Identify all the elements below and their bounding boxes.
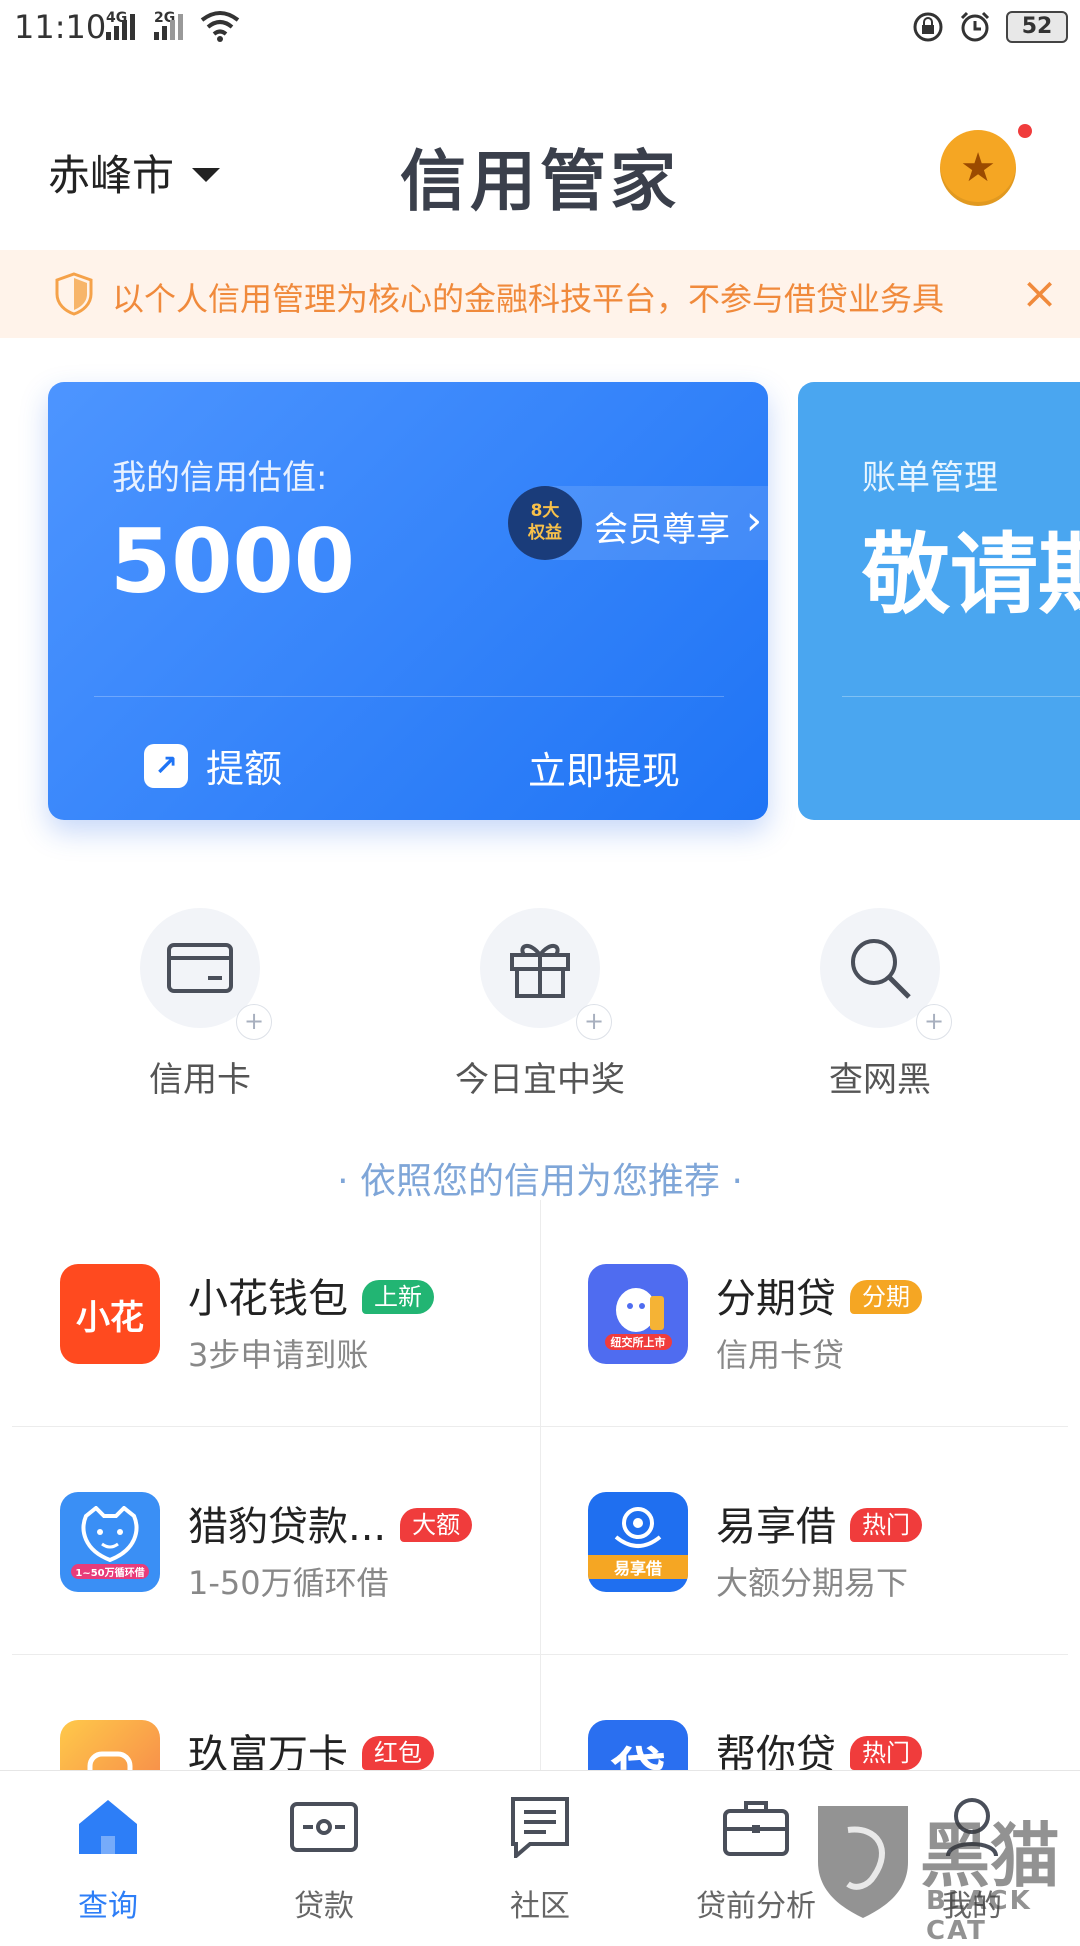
alarm-icon bbox=[960, 11, 990, 42]
product-tag: 热门 bbox=[850, 1508, 922, 1542]
member-avatar-button[interactable]: ★ bbox=[940, 124, 1032, 206]
gift-icon bbox=[510, 944, 570, 998]
product-subtitle: 大额分期易下 bbox=[716, 1564, 909, 1602]
product-name: 分期贷 bbox=[716, 1276, 836, 1322]
product-subtitle: 1-50万循环借 bbox=[188, 1564, 389, 1602]
target-icon bbox=[614, 1507, 662, 1548]
status-right: 52 bbox=[912, 10, 1068, 44]
shortcut-blacklist-check[interactable]: + 查网黑 bbox=[760, 908, 1000, 1101]
product-item[interactable]: 易享借 易享借 热门 大额分期易下 bbox=[540, 1428, 1060, 1654]
shortcut-label: 查网黑 bbox=[829, 1060, 931, 1100]
product-name: 玖富万卡 bbox=[188, 1732, 348, 1770]
watermark-en: BLACK CAT bbox=[926, 1886, 1032, 1946]
plus-icon: + bbox=[236, 1004, 272, 1040]
bill-label: 账单管理 bbox=[862, 458, 998, 498]
product-name: 猎豹贷款... bbox=[188, 1504, 387, 1550]
product-item[interactable]: 1~50万循环借 猎豹贷款... 大额 1-50万循环借 bbox=[12, 1428, 532, 1654]
member-badge: 8大 权益 bbox=[508, 486, 582, 560]
blackcat-watermark: 黑猫 BLACK CAT bbox=[808, 1800, 1080, 1946]
chevron-right-icon: › bbox=[746, 498, 762, 544]
battery-indicator: 52 bbox=[1006, 11, 1068, 43]
briefcase-icon bbox=[723, 1801, 789, 1856]
product-name: 小花钱包 bbox=[188, 1276, 348, 1322]
status-bar: 11:10 4G 2G 52 bbox=[0, 0, 1080, 56]
product-subtitle: 3步申请到账 bbox=[188, 1336, 369, 1374]
nav-label: 社区 bbox=[510, 1889, 570, 1924]
withdraw-button[interactable]: 立即提现 bbox=[528, 740, 680, 795]
product-name: 易享借 bbox=[716, 1504, 836, 1550]
lock-rotation-icon bbox=[913, 12, 943, 42]
status-time: 11:10 bbox=[14, 8, 107, 46]
shortcut-circle: + bbox=[140, 908, 272, 1040]
product-logo: 易享借 bbox=[588, 1492, 688, 1592]
product-logo: 贷 bbox=[588, 1720, 688, 1770]
product-logo bbox=[60, 1720, 160, 1770]
nav-loan[interactable]: 贷款 bbox=[234, 1793, 414, 1925]
grid-divider bbox=[12, 1654, 1068, 1655]
bill-value: 敬请期待 bbox=[862, 523, 1080, 626]
card-divider bbox=[842, 696, 1080, 697]
product-item[interactable]: 贷 帮你贷热门 bbox=[540, 1656, 1060, 1770]
product-item[interactable]: 玖富万卡 红包 bbox=[12, 1656, 532, 1770]
product-tag: 大额 bbox=[400, 1508, 473, 1542]
credit-card-icon bbox=[167, 943, 233, 993]
product-item[interactable]: 小花 小花钱包 上新 3步申请到账 bbox=[12, 1200, 532, 1426]
member-benefits-button[interactable]: 8大 权益 会员尊享 › bbox=[508, 486, 768, 560]
card-divider bbox=[94, 696, 724, 697]
mascot-icon bbox=[616, 1288, 664, 1332]
shortcut-label: 今日宜中奖 bbox=[455, 1060, 625, 1100]
nav-label: 查询 bbox=[78, 1889, 138, 1924]
signal-icon bbox=[106, 14, 135, 40]
member-text: 会员尊享 bbox=[594, 510, 730, 550]
shortcut-circle: + bbox=[820, 908, 952, 1040]
notification-dot bbox=[1018, 124, 1032, 138]
product-tag: 上新 bbox=[362, 1280, 434, 1314]
shortcut-credit-card[interactable]: + 信用卡 bbox=[80, 908, 320, 1101]
credit-value-card[interactable]: 我的信用估值: 5000 8大 权益 会员尊享 › ↗ 提额 立即提现 bbox=[48, 382, 768, 820]
product-item[interactable]: 纽交所上市 分期贷 分期 信用卡贷 bbox=[540, 1200, 1060, 1426]
bill-management-card[interactable]: 账单管理 敬请期待 bbox=[798, 382, 1080, 820]
header: 赤峰市 信用管家 ★ bbox=[0, 110, 1080, 230]
plus-icon: + bbox=[916, 1004, 952, 1040]
product-logo: 纽交所上市 bbox=[588, 1264, 688, 1364]
search-icon bbox=[851, 939, 911, 999]
nav-label: 贷款 bbox=[294, 1889, 354, 1924]
product-tag: 热门 bbox=[850, 1736, 922, 1770]
trend-up-icon: ↗ bbox=[144, 743, 188, 788]
app-title: 信用管家 bbox=[400, 143, 680, 220]
shield-icon bbox=[55, 272, 93, 316]
product-logo: 1~50万循环借 bbox=[60, 1492, 160, 1592]
wallet-icon bbox=[87, 1751, 133, 1770]
signal-icon bbox=[154, 14, 183, 40]
product-logo: 小花 bbox=[60, 1264, 160, 1364]
plus-icon: + bbox=[576, 1004, 612, 1040]
shortcut-circle: + bbox=[480, 908, 612, 1040]
nav-query[interactable]: 查询 bbox=[18, 1793, 198, 1925]
raise-limit-label: 提额 bbox=[206, 747, 283, 791]
wifi-icon bbox=[200, 11, 240, 42]
product-name: 帮你贷 bbox=[716, 1732, 836, 1770]
credit-value: 5000 bbox=[110, 510, 355, 613]
star-icon: ★ bbox=[940, 130, 1016, 206]
product-tag: 分期 bbox=[850, 1280, 922, 1314]
raise-limit-button[interactable]: ↗ 提额 bbox=[144, 738, 282, 793]
grid-divider bbox=[12, 1426, 1068, 1427]
community-icon bbox=[511, 1797, 569, 1858]
product-tag: 红包 bbox=[362, 1736, 434, 1770]
home-icon bbox=[79, 1800, 137, 1854]
loan-icon bbox=[290, 1802, 358, 1852]
shortcut-label: 信用卡 bbox=[149, 1060, 251, 1100]
cat-shield-logo bbox=[818, 1806, 908, 1918]
shortcut-daily-prize[interactable]: + 今日宜中奖 bbox=[420, 908, 660, 1101]
close-icon[interactable]: × bbox=[1021, 272, 1058, 316]
product-subtitle: 信用卡贷 bbox=[716, 1336, 845, 1374]
recommend-title: · 依照您的信用为您推荐 · bbox=[337, 1161, 743, 1202]
notice-text: 以个人信用管理为核心的金融科技平台，不参与借贷业务具 bbox=[112, 280, 945, 318]
nav-community[interactable]: 社区 bbox=[450, 1793, 630, 1925]
cheetah-icon bbox=[81, 1505, 139, 1562]
notice-bar: 以个人信用管理为核心的金融科技平台，不参与借贷业务具 × bbox=[0, 250, 1080, 338]
credit-value-label: 我的信用估值: bbox=[112, 458, 328, 498]
